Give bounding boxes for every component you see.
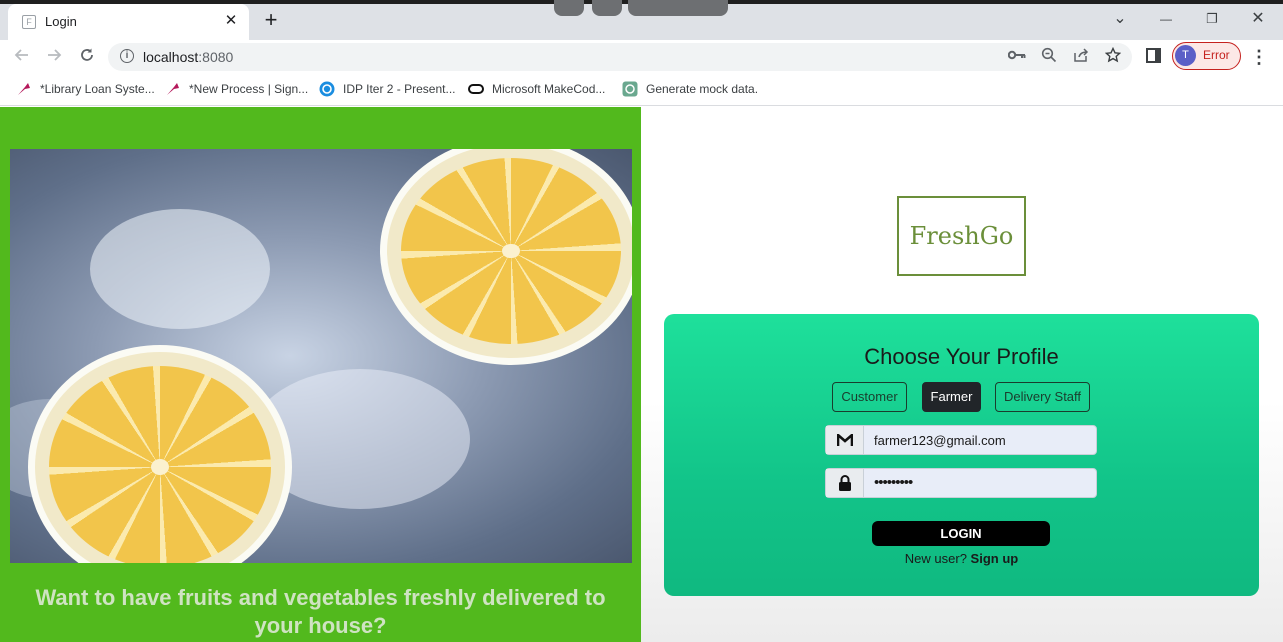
bookmark-label: Generate mock data.	[646, 82, 759, 96]
url-text[interactable]: localhost:8080	[143, 49, 233, 65]
zoom-icon[interactable]	[1038, 47, 1060, 67]
url-host: localhost	[143, 49, 199, 65]
browser-tab-bar: F Login ✕ + ⌄ — ❐ ✕	[0, 0, 1283, 40]
screen-share-control[interactable]	[554, 0, 584, 16]
key-icon[interactable]	[1006, 47, 1028, 67]
bookmark-item-makecode[interactable]: Microsoft MakeCod...	[468, 81, 605, 99]
lemon-slice-bottom	[28, 345, 292, 563]
page-favicon-icon: F	[22, 15, 36, 29]
profile-heading: Choose Your Profile	[864, 344, 1059, 369]
restore-button[interactable]: ❐	[1198, 8, 1226, 30]
tab-title: Login	[45, 14, 77, 29]
email-field[interactable]: farmer123@gmail.com	[825, 425, 1097, 455]
password-value: •••••••••	[874, 474, 913, 491]
bookmark-label: Microsoft MakeCod...	[492, 82, 606, 96]
screen-share-pill[interactable]	[628, 0, 728, 16]
signup-link[interactable]: Sign up	[971, 551, 1019, 566]
bookmark-star-icon[interactable]	[1102, 46, 1124, 67]
pinwheel-icon	[165, 81, 181, 97]
back-arrow-icon[interactable]	[10, 45, 34, 69]
login-panel: FreshGo Choose Your Profile Customer Far…	[641, 107, 1283, 642]
lock-icon	[826, 469, 864, 497]
bookmark-item-library-loan[interactable]: *Library Loan Syste...	[16, 81, 155, 99]
forward-arrow-icon[interactable]	[42, 45, 66, 69]
freshgo-logo: FreshGo	[897, 196, 1026, 276]
makecode-icon	[468, 81, 484, 97]
lemon-slice-top	[380, 149, 632, 365]
tab-search-icon[interactable]: ⌄	[1106, 8, 1134, 30]
gmail-icon	[826, 426, 864, 454]
tab-close-icon[interactable]: ✕	[223, 10, 239, 32]
address-bar[interactable]: i localhost:8080	[108, 43, 1132, 71]
reload-icon[interactable]	[75, 45, 99, 69]
bookmarks-bar: *Library Loan Syste... *New Process | Si…	[0, 74, 1283, 106]
bookmark-item-new-process[interactable]: *New Process | Sign...	[165, 81, 308, 99]
signup-prompt: New user? Sign up	[664, 551, 1259, 566]
bookmark-label: *New Process | Sign...	[189, 82, 309, 96]
canva-icon	[319, 81, 335, 97]
side-panel-icon[interactable]	[1146, 48, 1161, 63]
login-button[interactable]: LOGIN	[872, 521, 1050, 546]
profile-button[interactable]: T Error	[1172, 42, 1241, 70]
screen-share-control-2[interactable]	[592, 0, 622, 16]
url-port: :8080	[198, 49, 234, 65]
role-customer-button[interactable]: Customer	[832, 382, 907, 412]
page-content: Want to have fruits and vegetables fresh…	[0, 107, 1283, 642]
share-icon[interactable]	[1070, 47, 1092, 67]
profile-status-label: Error	[1203, 48, 1230, 62]
openai-icon	[622, 81, 638, 97]
site-info-icon[interactable]: i	[120, 49, 134, 63]
browser-toolbar: i localhost:8080 T Error ⋮	[0, 40, 1283, 74]
new-user-text: New user?	[904, 551, 967, 566]
email-value: farmer123@gmail.com	[874, 433, 1006, 448]
role-farmer-button[interactable]: Farmer	[922, 382, 981, 412]
browser-menu-icon[interactable]: ⋮	[1250, 45, 1268, 69]
water-splash	[90, 209, 270, 329]
bookmark-label: IDP Iter 2 - Present...	[343, 82, 456, 96]
minimize-button[interactable]: —	[1152, 8, 1180, 30]
bookmark-label: *Library Loan Syste...	[40, 82, 155, 96]
hero-tagline: Want to have fruits and vegetables fresh…	[35, 585, 606, 638]
lemon-water-image	[10, 149, 632, 563]
password-field[interactable]: •••••••••	[825, 468, 1097, 498]
hero-panel: Want to have fruits and vegetables fresh…	[0, 107, 641, 642]
bookmark-item-idp-iter[interactable]: IDP Iter 2 - Present...	[319, 81, 456, 99]
avatar: T	[1175, 45, 1196, 66]
new-tab-button[interactable]: +	[260, 8, 282, 32]
window-close-button[interactable]: ✕	[1244, 8, 1272, 30]
pinwheel-icon	[16, 81, 32, 97]
bookmark-item-mock-data[interactable]: Generate mock data.	[622, 81, 758, 99]
browser-tab-login[interactable]: F Login ✕	[8, 4, 249, 40]
login-card: Choose Your Profile Customer Farmer Deli…	[664, 314, 1259, 596]
role-delivery-staff-button[interactable]: Delivery Staff	[995, 382, 1090, 412]
